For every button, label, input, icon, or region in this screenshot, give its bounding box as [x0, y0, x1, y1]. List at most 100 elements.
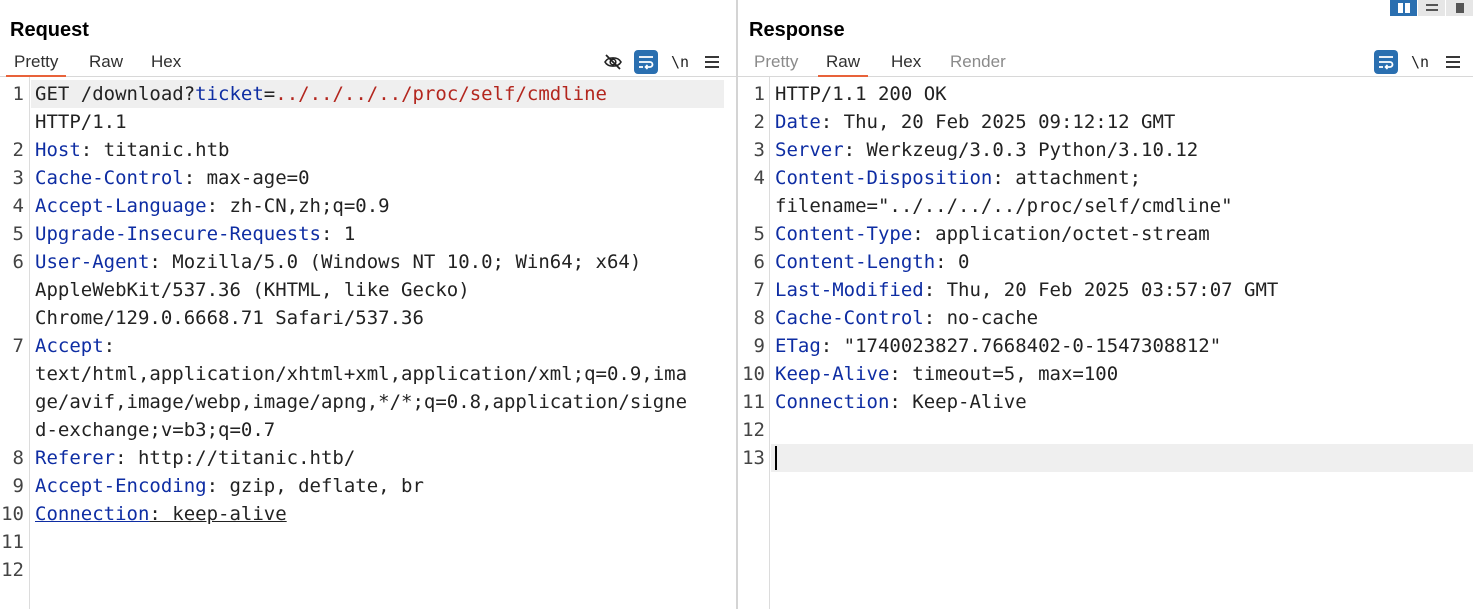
wrap-lines-icon[interactable] [634, 50, 658, 74]
eye-slash-icon[interactable] [601, 50, 625, 74]
header-name: Upgrade-Insecure-Requests [35, 223, 321, 245]
request-tab-hex[interactable]: Hex [143, 52, 189, 77]
code-text: ge/avif,image/webp,image/apng,*/*;q=0.8,… [35, 388, 687, 416]
code-text: User-Agent: Mozilla/5.0 (Windows NT 10.0… [35, 248, 641, 276]
code-token: : 0 [935, 251, 970, 273]
newline-toggle[interactable]: \n [1408, 50, 1432, 74]
line-number: 6 [12, 251, 24, 273]
header-name: Content-Type [775, 223, 913, 245]
request-tab-pretty[interactable]: Pretty [6, 52, 67, 77]
response-tab-raw[interactable]: Raw [818, 52, 869, 77]
response-tab-pretty[interactable]: Pretty [746, 52, 806, 77]
line-number: 3 [753, 139, 765, 161]
line-number [0, 276, 24, 304]
line-number: 9 [753, 335, 765, 357]
split-rows-icon-svg [1425, 4, 1438, 11]
code-token: HTTP/1.1 [35, 111, 127, 133]
line-number: 10 [742, 363, 765, 385]
code-text: HTTP/1.1 [35, 108, 127, 136]
code-line: text/html,application/xhtml+xml,applicat… [0, 360, 736, 388]
code-token: : keep-alive [149, 503, 287, 525]
hamburger-menu-icon[interactable] [700, 50, 724, 74]
response-tab-render[interactable]: Render [942, 52, 1014, 77]
code-token: text/html,application/xhtml+xml,applicat… [35, 363, 688, 385]
request-tab-raw[interactable]: Raw [81, 52, 131, 77]
code-token: : Keep-Alive [889, 391, 1027, 413]
code-line: ge/avif,image/webp,image/apng,*/*;q=0.8,… [0, 388, 736, 416]
code-line: 4 Accept-Language: zh-CN,zh;q=0.9 [0, 192, 736, 220]
line-number: 6 [753, 251, 765, 273]
line-number [0, 108, 24, 136]
header-name: ticket [195, 83, 264, 105]
code-line: 13 [738, 444, 1473, 472]
code-line: HTTP/1.1 [0, 108, 736, 136]
code-text: Accept-Encoding: gzip, deflate, br [35, 472, 424, 500]
hamburger-menu-icon[interactable] [1441, 50, 1465, 74]
hamburger-menu-icon-svg [705, 56, 719, 68]
code-line: 1 HTTP/1.1 200 OK [738, 80, 1473, 108]
wrap-lines-icon[interactable] [1374, 50, 1398, 74]
code-line: 3 Cache-Control: max-age=0 [0, 164, 736, 192]
request-title: Request [10, 19, 89, 41]
code-token: filename="../../../../proc/self/cmdline" [775, 195, 1233, 217]
code-text: Server: Werkzeug/3.0.3 Python/3.10.12 [775, 136, 1198, 164]
code-token: : Werkzeug/3.0.3 Python/3.10.12 [843, 139, 1199, 161]
code-line: 11 Connection: Keep-Alive [738, 388, 1473, 416]
code-token: Chrome/129.0.6668.71 Safari/537.36 [35, 307, 424, 329]
header-name: Accept-Language [35, 195, 207, 217]
response-pane: Response Pretty Raw Hex Render \n 1 HTTP/… [738, 0, 1473, 609]
code-text: text/html,application/xhtml+xml,applicat… [35, 360, 687, 388]
code-text: Host: titanic.htb [35, 136, 229, 164]
code-text: d-exchange;v=b3;q=0.7 [35, 416, 275, 444]
single-pane-icon[interactable] [1446, 0, 1473, 16]
code-token: : 1 [320, 223, 356, 245]
line-number: 7 [12, 335, 24, 357]
code-text: Cache-Control: no-cache [775, 304, 1038, 332]
eye-slash-icon-svg [604, 54, 622, 70]
code-line: 6 User-Agent: Mozilla/5.0 (Windows NT 10.… [0, 248, 736, 276]
line-number: 2 [12, 139, 24, 161]
line-number [0, 304, 24, 332]
line-number: 4 [12, 195, 24, 217]
layout-toggle-group [1390, 0, 1473, 16]
code-token: d-exchange;v=b3;q=0.7 [35, 419, 276, 441]
header-name: Accept [35, 335, 104, 357]
code-text: Date: Thu, 20 Feb 2025 09:12:12 GMT [775, 108, 1175, 136]
header-name: Keep-Alive [775, 363, 890, 385]
code-line: 8 Referer: http://titanic.htb/ [0, 444, 736, 472]
line-number: 12 [742, 419, 765, 441]
code-text: Content-Length: 0 [775, 248, 969, 276]
header-name: Cache-Control [775, 307, 924, 329]
response-editor[interactable]: 1 HTTP/1.1 200 OK 2 Date: Thu, 20 Feb 2025 … [738, 77, 1473, 609]
line-number: 5 [753, 223, 765, 245]
code-line: AppleWebKit/537.36 (KHTML, like Gecko) [0, 276, 736, 304]
code-text: Connection: keep-alive [35, 500, 287, 528]
code-token: : gzip, deflate, br [206, 475, 424, 497]
line-number [0, 388, 24, 416]
line-number: 3 [12, 167, 24, 189]
code-line: 10 Keep-Alive: timeout=5, max=100 [738, 360, 1473, 388]
wrap-lines-icon-svg [639, 56, 654, 70]
code-token: : [103, 335, 116, 357]
code-line: 2 Date: Thu, 20 Feb 2025 09:12:12 GMT [738, 108, 1473, 136]
header-name: Content-Disposition [775, 167, 993, 189]
code-text: filename="../../../../proc/self/cmdline" [775, 192, 1233, 220]
newline-toggle[interactable]: \n [668, 50, 692, 74]
code-line: 10 Connection: keep-alive [0, 500, 736, 528]
response-tab-hex[interactable]: Hex [883, 52, 929, 77]
code-text: Upgrade-Insecure-Requests: 1 [35, 220, 355, 248]
split-columns-icon[interactable] [1390, 0, 1417, 16]
code-text: Referer: http://titanic.htb/ [35, 444, 355, 472]
request-editor[interactable]: 1 GET /download?ticket=../../../../proc/s… [0, 77, 736, 609]
line-number: 10 [1, 503, 24, 525]
param-value: ../../../../proc/self/cmdline [275, 83, 607, 105]
code-token: GET /download? [35, 83, 196, 105]
code-line: 5 Content-Type: application/octet-stream [738, 220, 1473, 248]
code-line: 9 Accept-Encoding: gzip, deflate, br [0, 472, 736, 500]
line-number [0, 416, 24, 444]
split-rows-icon[interactable] [1418, 0, 1445, 16]
single-pane-icon-svg [1455, 3, 1464, 13]
code-token: : no-cache [923, 307, 1039, 329]
code-token: : zh-CN,zh;q=0.9 [206, 195, 390, 217]
code-token: : timeout=5, max=100 [889, 363, 1119, 385]
